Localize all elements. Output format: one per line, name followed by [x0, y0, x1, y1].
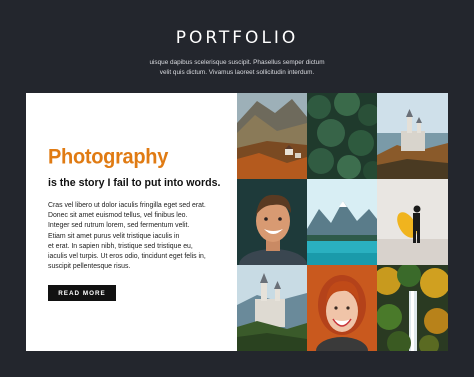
section-subtitle: uisque dapibus scelerisque suscipit. Pha… — [0, 58, 474, 78]
photo-surfer-beach[interactable] — [377, 179, 448, 265]
photo-autumn-waterfall[interactable] — [377, 265, 448, 351]
body-line: Donec sit amet euismod tellus, vel finib… — [48, 212, 188, 220]
photo-mountain-lake[interactable] — [307, 179, 377, 265]
subtitle-line-2: velit quis dictum. Vivamus laoreet solli… — [159, 69, 315, 76]
section-title: PORTFOLIO — [175, 28, 299, 48]
card-heading: Photography — [48, 145, 169, 169]
card-tagline: is the story I fail to put into words. — [48, 177, 221, 189]
photo-pine-forest-aerial[interactable] — [307, 93, 377, 179]
body-line: et erat. In sapien nibh, tristique sed t… — [48, 242, 193, 250]
photo-gallery — [237, 93, 448, 351]
portfolio-card: Photography is the story I fail to put i… — [26, 93, 448, 351]
text-panel: Photography is the story I fail to put i… — [26, 93, 237, 351]
photo-castle-forest[interactable] — [237, 265, 307, 351]
photo-castle-hilltop[interactable] — [377, 93, 448, 179]
read-more-button[interactable]: READ MORE — [48, 285, 116, 301]
photo-mountain-village[interactable] — [237, 93, 307, 179]
subtitle-line-1: uisque dapibus scelerisque suscipit. Pha… — [149, 59, 325, 66]
photo-smiling-man[interactable] — [237, 179, 307, 265]
body-line: Integer sed rutrum lorem, sed fermentum … — [48, 222, 190, 230]
card-body: Cras vel libero ut dolor iaculis fringil… — [48, 201, 238, 272]
body-line: iaculis vel turpis. Ut eros odio, tincid… — [48, 253, 206, 261]
body-line: Etiam sit amet purus velit tristique iac… — [48, 232, 180, 240]
body-line: suscipit pellentesque risus. — [48, 263, 131, 271]
photo-smiling-woman[interactable] — [307, 265, 377, 351]
body-line: Cras vel libero ut dolor iaculis fringil… — [48, 202, 206, 209]
